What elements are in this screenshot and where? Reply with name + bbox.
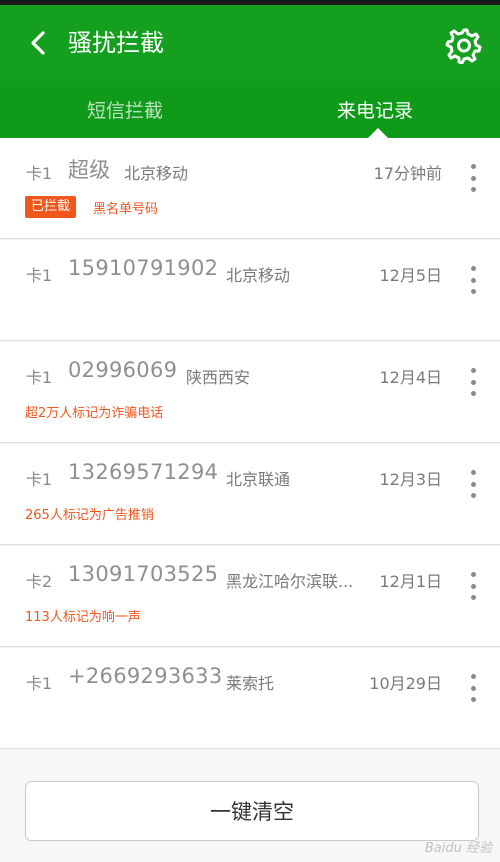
caller-location: 黑龙江哈尔滨联... — [226, 572, 354, 591]
gear-icon — [445, 28, 482, 64]
more-options-icon[interactable] — [466, 164, 480, 192]
caller-location: 北京移动 — [124, 164, 189, 183]
watermark: Baidu 经验 — [424, 841, 492, 856]
caller-tag: 265人标记为广告推销 — [25, 508, 154, 523]
caller-location: 北京移动 — [226, 266, 291, 285]
sim-card-label: 卡1 — [26, 266, 53, 285]
sim-card-label: 卡2 — [26, 572, 53, 591]
call-time: 12月1日 — [379, 572, 442, 591]
more-options-icon[interactable] — [466, 470, 480, 498]
list-item[interactable]: 卡1 +2669293633 莱索托 10月29日 — [0, 648, 500, 749]
sim-card-label: 卡1 — [26, 674, 53, 693]
sim-card-label: 卡1 — [26, 164, 53, 183]
more-options-icon[interactable] — [466, 266, 480, 294]
list-item[interactable]: 卡1 02996069 陕西西安 12月4日 超2万人标记为诈骗电话 — [0, 342, 500, 443]
more-options-icon[interactable] — [466, 674, 480, 702]
clear-all-button[interactable]: 一键清空 — [25, 781, 479, 841]
caller-location: 北京联通 — [226, 470, 291, 489]
caller-number: 15910791902 — [68, 256, 219, 280]
caller-tag: 黑名单号码 — [93, 202, 159, 217]
caller-number: 13091703525 — [68, 562, 219, 586]
more-options-icon[interactable] — [466, 572, 480, 600]
call-time: 12月5日 — [379, 266, 442, 285]
call-time: 10月29日 — [369, 674, 442, 693]
caller-location: 莱索托 — [226, 674, 275, 693]
sim-card-label: 卡1 — [26, 368, 53, 387]
blocked-badge: 已拦截 — [25, 196, 77, 218]
list-item[interactable]: 卡2 13091703525 黑龙江哈尔滨联... 12月1日 113人标记为响… — [0, 546, 500, 647]
sim-card-label: 卡1 — [26, 470, 53, 489]
caller-tag: 113人标记为响一声 — [25, 610, 141, 625]
settings-button[interactable] — [444, 25, 484, 65]
call-time: 17分钟前 — [373, 164, 442, 183]
page-title: 骚扰拦截 — [68, 29, 164, 57]
caller-tag: 超2万人标记为诈骗电话 — [25, 406, 164, 421]
back-button[interactable] — [22, 27, 54, 59]
call-time: 12月4日 — [379, 368, 442, 387]
back-arrow-icon — [31, 31, 45, 55]
tab-bar: 短信拦截 来电记录 — [0, 81, 500, 138]
list-item[interactable]: 卡1 超级 北京移动 17分钟前 已拦截 黑名单号码 — [0, 138, 500, 239]
top-app-bar: 骚扰拦截 — [0, 5, 500, 81]
caller-number: 超级 — [68, 158, 111, 182]
caller-number: +2669293633 — [68, 664, 223, 688]
caller-location: 陕西西安 — [186, 368, 251, 387]
list-item[interactable]: 卡1 13269571294 北京联通 12月3日 265人标记为广告推销 — [0, 444, 500, 545]
list-item[interactable]: 卡1 15910791902 北京移动 12月5日 — [0, 240, 500, 341]
caller-number: 13269571294 — [68, 460, 219, 484]
caller-number: 02996069 — [68, 358, 178, 382]
active-tab-indicator — [368, 128, 388, 138]
call-time: 12月3日 — [379, 470, 442, 489]
more-options-icon[interactable] — [466, 368, 480, 396]
tab-sms-block[interactable]: 短信拦截 — [0, 81, 250, 138]
